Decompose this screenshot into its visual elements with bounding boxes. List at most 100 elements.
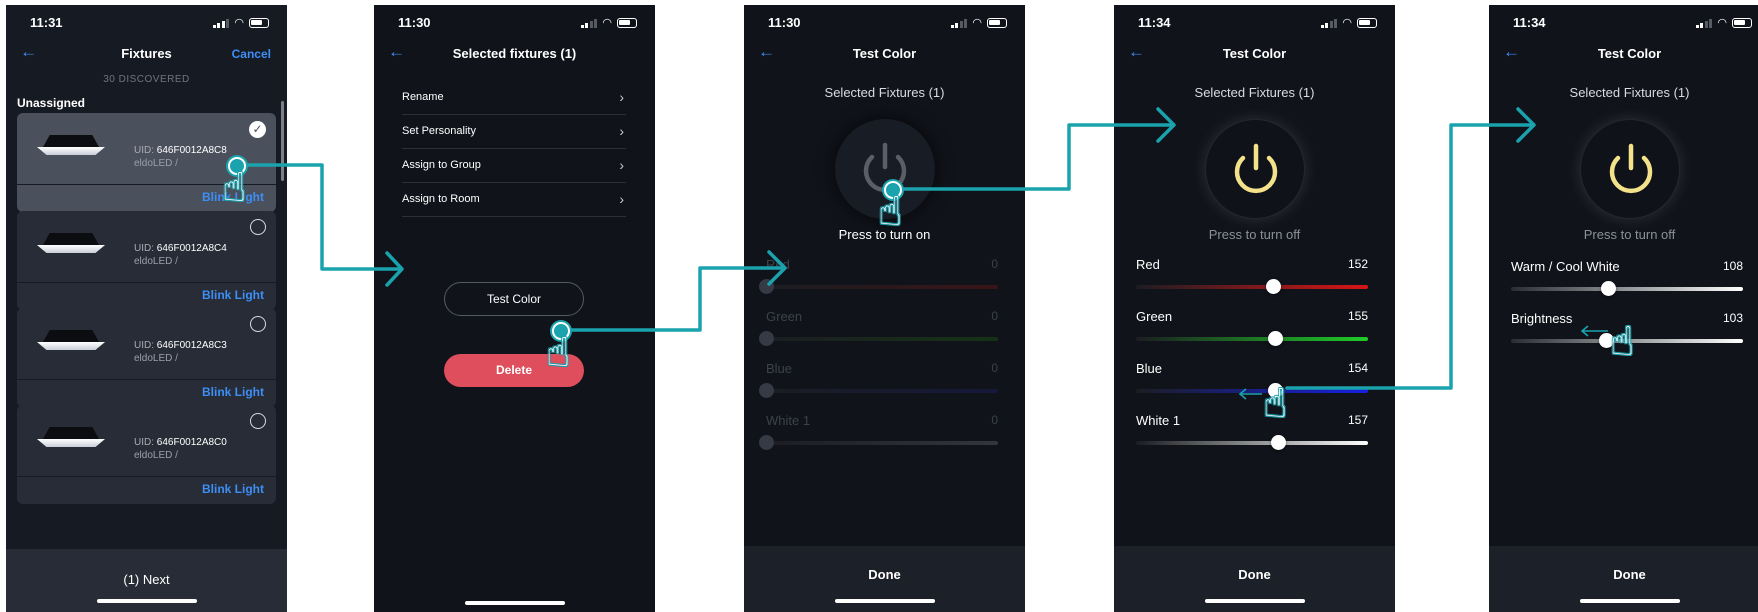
power-hint: Press to turn off [1583, 227, 1676, 242]
slider-knob[interactable] [1601, 281, 1617, 296]
page-title: Test Color [1222, 46, 1287, 61]
radio-icon[interactable] [250, 413, 266, 429]
nav-bar: ← Test Color [744, 41, 1025, 65]
slider-value: 0 [991, 413, 998, 427]
battery-icon [1732, 18, 1752, 28]
chevron-right-icon: › [619, 89, 624, 105]
slider-value: 0 [991, 309, 998, 323]
section-heading: Unassigned [17, 96, 86, 110]
status-time: 11:34 [1513, 15, 1546, 30]
slider-value: 152 [1347, 257, 1368, 271]
power-button[interactable] [1579, 119, 1680, 219]
slider-label: White 1 [766, 413, 811, 428]
wifi-icon: ◠ [234, 17, 244, 29]
slider-knob[interactable] [1268, 331, 1284, 346]
signal-icon [1695, 18, 1713, 28]
signal-icon [212, 18, 230, 28]
slider-value: 108 [1722, 259, 1743, 273]
next-bar[interactable]: (1) Next [6, 549, 287, 612]
selected-count: Selected Fixtures (1) [824, 85, 945, 100]
fixture-card[interactable]: UID: 646F0012A8C4 eldoLED / Blink Light [17, 211, 276, 310]
menu-item-label: Assign to Group [402, 159, 481, 171]
battery-icon [987, 18, 1007, 28]
status-bar: 11:34 ◠ [1489, 15, 1758, 33]
fixture-uid: UID: 646F0012A8C4 [134, 243, 227, 254]
slider-knob[interactable] [1270, 435, 1286, 450]
hand-pointer-icon: ☝ [1610, 320, 1635, 364]
hand-pointer-icon: ☝ [1263, 382, 1288, 426]
fixture-brand: eldoLED / [134, 256, 178, 267]
wifi-icon: ◠ [1342, 17, 1352, 29]
done-bar[interactable]: Done [1114, 546, 1395, 612]
slider-value: 154 [1347, 361, 1368, 375]
blink-light-button[interactable]: Blink Light [202, 288, 264, 302]
checkmark-icon[interactable]: ✓ [249, 121, 266, 138]
next-button[interactable]: (1) Next [6, 572, 287, 587]
selected-count: Selected Fixtures (1) [1194, 85, 1315, 100]
battery-icon [249, 18, 269, 28]
slider-label: White 1 [1136, 413, 1181, 428]
slider-green[interactable]: Green 155 [1136, 309, 1368, 359]
signal-icon [1320, 18, 1338, 28]
slider-blue[interactable]: Blue 154 [1136, 361, 1368, 411]
home-indicator [96, 599, 197, 603]
radio-icon[interactable] [250, 219, 266, 235]
menu-item-assign-group[interactable]: Assign to Group › [402, 149, 626, 183]
menu-item-set-personality[interactable]: Set Personality › [402, 115, 626, 149]
cancel-button[interactable]: Cancel [232, 47, 271, 61]
slider-warm-cool-white[interactable]: Warm / Cool White 108 [1511, 259, 1743, 309]
status-bar: 11:30 ◠ [744, 15, 1025, 33]
power-button[interactable] [1204, 119, 1305, 219]
slider-label: Brightness [1511, 311, 1573, 326]
slider-white: White 1 0 [759, 413, 998, 463]
slider-white[interactable]: White 1 157 [1136, 413, 1368, 463]
fixture-brand: eldoLED / [134, 353, 178, 364]
done-bar[interactable]: Done [744, 546, 1025, 612]
wifi-icon: ◠ [972, 17, 982, 29]
page-title: Test Color [1597, 46, 1662, 61]
fixture-brand: eldoLED / [134, 450, 178, 461]
done-bar[interactable]: Done [1489, 546, 1758, 612]
menu-item-assign-room[interactable]: Assign to Room › [402, 183, 626, 217]
fixture-image [37, 233, 105, 261]
page-title: Selected fixtures (1) [452, 46, 577, 61]
blink-light-button[interactable]: Blink Light [202, 385, 264, 399]
page-title: Test Color [852, 46, 917, 61]
done-button[interactable]: Done [1114, 567, 1395, 582]
status-bar: 11:31 ◠ [6, 15, 287, 33]
slider-track[interactable] [1136, 389, 1368, 393]
slider-knob[interactable] [1265, 279, 1281, 294]
slider-red: Red 0 [759, 257, 998, 307]
slider-track[interactable] [1511, 287, 1743, 291]
slider-red[interactable]: Red 152 [1136, 257, 1368, 307]
power-icon [1234, 143, 1277, 194]
chevron-right-icon: › [619, 191, 624, 207]
menu-item-rename[interactable]: Rename › [402, 81, 626, 115]
scrollbar[interactable] [281, 101, 284, 181]
nav-bar: ← Fixtures Cancel [6, 41, 287, 65]
slider-value: 157 [1347, 413, 1368, 427]
done-button[interactable]: Done [744, 567, 1025, 582]
slider-blue: Blue 0 [759, 361, 998, 411]
slider-label: Green [766, 309, 803, 324]
test-color-rgb-screen: 11:34 ◠ ← Test Color Selected Fixtures (… [1114, 5, 1395, 612]
slider-label: Blue [1136, 361, 1163, 376]
fixture-card[interactable]: UID: 646F0012A8C0 eldoLED / Blink Light [17, 405, 276, 504]
home-indicator [834, 599, 935, 603]
home-indicator [1204, 599, 1305, 603]
fixture-card[interactable]: UID: 646F0012A8C3 eldoLED / Blink Light [17, 308, 276, 407]
hand-pointer-icon: ☝ [878, 190, 903, 234]
slider-knob [759, 279, 774, 294]
test-color-button[interactable]: Test Color [444, 282, 584, 316]
menu-item-label: Assign to Room [402, 193, 480, 205]
radio-icon[interactable] [250, 316, 266, 332]
slider-track[interactable] [1136, 441, 1368, 445]
slider-value: 0 [991, 361, 998, 375]
wifi-icon: ◠ [602, 17, 612, 29]
slider-track[interactable] [1136, 285, 1368, 289]
slider-track [766, 337, 998, 341]
slider-track[interactable] [1136, 337, 1368, 341]
slider-value: 103 [1722, 311, 1743, 325]
done-button[interactable]: Done [1489, 567, 1758, 582]
blink-light-button[interactable]: Blink Light [202, 482, 264, 496]
